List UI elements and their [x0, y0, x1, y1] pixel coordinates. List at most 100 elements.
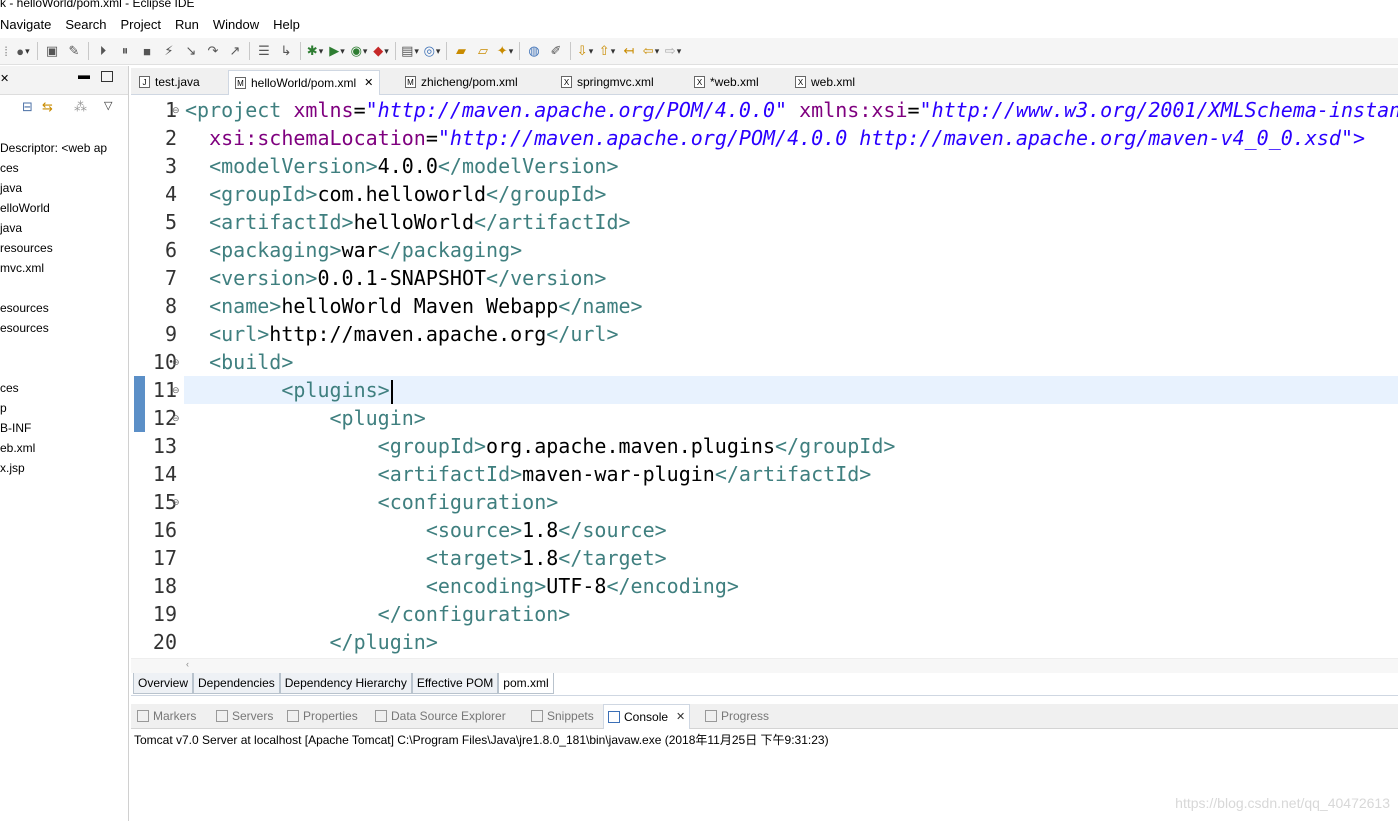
- tree-item[interactable]: esources: [0, 318, 128, 338]
- tree-item[interactable]: java: [0, 178, 128, 198]
- view-menu-icon[interactable]: ▽: [104, 99, 112, 112]
- fold-toggle-icon[interactable]: ⊖: [172, 376, 180, 404]
- tab-springmvc-xml[interactable]: Xspringmvc.xml: [561, 70, 654, 94]
- line-number: 19: [152, 602, 177, 626]
- code-editor[interactable]: 1 2 3 4 5 6 7 8 9 10 11 12 13 14 15 16 1…: [131, 95, 1398, 658]
- tab-pom-xml[interactable]: pom.xml: [498, 673, 554, 694]
- main-toolbar: ⁞ ● ▣ ✎ ⏵ ⏸ ■ ⚡ ↘ ↷ ↗ ☰ ↳ ✱ ▶ ◉ ◆ ▤ ◎ ▰ …: [0, 38, 1398, 65]
- filters-icon[interactable]: ⁂: [74, 99, 87, 115]
- tab-dependencies[interactable]: Dependencies: [193, 673, 280, 694]
- tab-data-source-explorer[interactable]: Data Source Explorer: [375, 704, 506, 728]
- tree-item[interactable]: ces: [0, 378, 128, 398]
- new-server-icon[interactable]: ▤: [401, 42, 419, 60]
- progress-icon: [705, 710, 717, 722]
- tree-item[interactable]: B-INF: [0, 418, 128, 438]
- tree-item[interactable]: p: [0, 398, 128, 418]
- tab-servers[interactable]: Servers: [216, 704, 273, 728]
- menu-window[interactable]: Window: [206, 15, 266, 35]
- tree-item[interactable]: resources: [0, 238, 128, 258]
- tab-zhicheng-pom[interactable]: Mzhicheng/pom.xml: [405, 70, 518, 94]
- tab-markers[interactable]: Markers: [137, 704, 196, 728]
- horizontal-scrollbar[interactable]: ‹: [131, 658, 1398, 673]
- code-line: <encoding>UTF-8</encoding>: [185, 574, 739, 598]
- minimize-icon[interactable]: ▬: [78, 68, 90, 82]
- fold-toggle-icon[interactable]: ⊖: [172, 96, 180, 124]
- tree-item[interactable]: eb.xml: [0, 438, 128, 458]
- fold-toggle-icon[interactable]: ⊖: [172, 404, 180, 432]
- text-caret: [390, 379, 393, 404]
- run-icon[interactable]: ▶: [328, 42, 346, 60]
- use-step-filters-icon[interactable]: ☰: [255, 42, 273, 60]
- last-edit-location-icon[interactable]: ↤: [620, 42, 638, 60]
- tree-item[interactable]: [0, 338, 128, 358]
- web-browser-icon[interactable]: ◍: [525, 42, 543, 60]
- resume-icon[interactable]: ⏵: [94, 42, 112, 60]
- console-icon[interactable]: ▣: [43, 42, 61, 60]
- tree-item[interactable]: ces: [0, 158, 128, 178]
- tab-dependency-hierarchy[interactable]: Dependency Hierarchy: [279, 673, 412, 694]
- tab-progress[interactable]: Progress: [705, 704, 769, 728]
- debug-icon[interactable]: ✱: [306, 42, 324, 60]
- code-line: <artifactId>maven-war-plugin</artifactId…: [185, 462, 872, 486]
- user-icon[interactable]: ●: [14, 42, 32, 60]
- line-number: 4: [164, 182, 177, 206]
- line-number: 6: [164, 238, 177, 262]
- suspend-icon[interactable]: ⏸: [116, 42, 134, 60]
- menu-navigate[interactable]: Navigate: [0, 15, 58, 35]
- tab-effective-pom[interactable]: Effective POM: [411, 673, 499, 694]
- line-number: 16: [152, 518, 177, 542]
- tab-test-java[interactable]: Jtest.java: [139, 70, 200, 94]
- fold-toggle-icon[interactable]: ⊖: [172, 348, 180, 376]
- tab-properties[interactable]: Properties: [287, 704, 358, 728]
- step-return-icon[interactable]: ↗: [226, 42, 244, 60]
- previous-annotation-icon[interactable]: ⇧: [598, 42, 616, 60]
- tree-item[interactable]: [0, 358, 128, 378]
- tree-item[interactable]: mvc.xml: [0, 258, 128, 278]
- back-icon[interactable]: ⇦: [642, 42, 660, 60]
- new-java-class-icon[interactable]: ◎: [423, 42, 441, 60]
- link-with-editor-icon[interactable]: ⇆: [42, 99, 53, 115]
- tree-item[interactable]: Descriptor: <web ap: [0, 138, 128, 158]
- open-type-icon[interactable]: ▰: [452, 42, 470, 60]
- snippets-icon: [531, 710, 543, 722]
- menu-help[interactable]: Help: [266, 15, 307, 35]
- maximize-icon[interactable]: [101, 71, 113, 82]
- open-folder-icon[interactable]: ▱: [474, 42, 492, 60]
- tree-item[interactable]: esources: [0, 298, 128, 318]
- coverage-icon[interactable]: ◉: [350, 42, 368, 60]
- menu-run[interactable]: Run: [168, 15, 206, 35]
- tab-overview[interactable]: Overview: [133, 673, 194, 694]
- mark-occurrences-icon[interactable]: ✐: [547, 42, 565, 60]
- scroll-left-icon[interactable]: ‹: [186, 659, 189, 669]
- close-tab-icon[interactable]: ✕: [364, 71, 373, 95]
- tree-item[interactable]: [0, 278, 128, 298]
- editor-tabs: Jtest.java MhelloWorld/pom.xml ✕ Mzhichen…: [131, 68, 1398, 95]
- search-icon[interactable]: ✦: [496, 42, 514, 60]
- collapse-all-icon[interactable]: ⊟: [22, 99, 33, 115]
- tab-web-xml[interactable]: Xweb.xml: [795, 70, 855, 94]
- drop-to-frame-icon[interactable]: ↳: [277, 42, 295, 60]
- tab-snippets[interactable]: Snippets: [531, 704, 594, 728]
- line-number: 5: [164, 210, 177, 234]
- xml-file-icon: X: [694, 76, 705, 88]
- skip-breakpoints-icon[interactable]: ✎: [65, 42, 83, 60]
- tree-item[interactable]: java: [0, 218, 128, 238]
- tab-helloworld-pom[interactable]: MhelloWorld/pom.xml ✕: [228, 70, 381, 95]
- close-tab-icon[interactable]: ✕: [676, 705, 685, 729]
- step-over-icon[interactable]: ↷: [204, 42, 222, 60]
- tab-web-xml-dirty[interactable]: X *web.xml: [694, 70, 759, 94]
- tab-console[interactable]: Console ✕: [603, 704, 691, 729]
- tree-item[interactable]: x.jsp: [0, 458, 128, 478]
- forward-icon[interactable]: ⇨: [664, 42, 682, 60]
- close-icon[interactable]: ✕: [0, 72, 9, 85]
- tree-item[interactable]: elloWorld: [0, 198, 128, 218]
- next-annotation-icon[interactable]: ⇩: [576, 42, 594, 60]
- step-into-icon[interactable]: ↘: [182, 42, 200, 60]
- toolbar-handle-icon: ⁞: [4, 43, 8, 59]
- menu-search[interactable]: Search: [58, 15, 113, 35]
- terminate-icon[interactable]: ■: [138, 42, 156, 60]
- fold-toggle-icon[interactable]: ⊖: [172, 488, 180, 516]
- menu-project[interactable]: Project: [114, 15, 168, 35]
- external-tools-icon[interactable]: ◆: [372, 42, 390, 60]
- disconnect-icon[interactable]: ⚡: [160, 42, 178, 60]
